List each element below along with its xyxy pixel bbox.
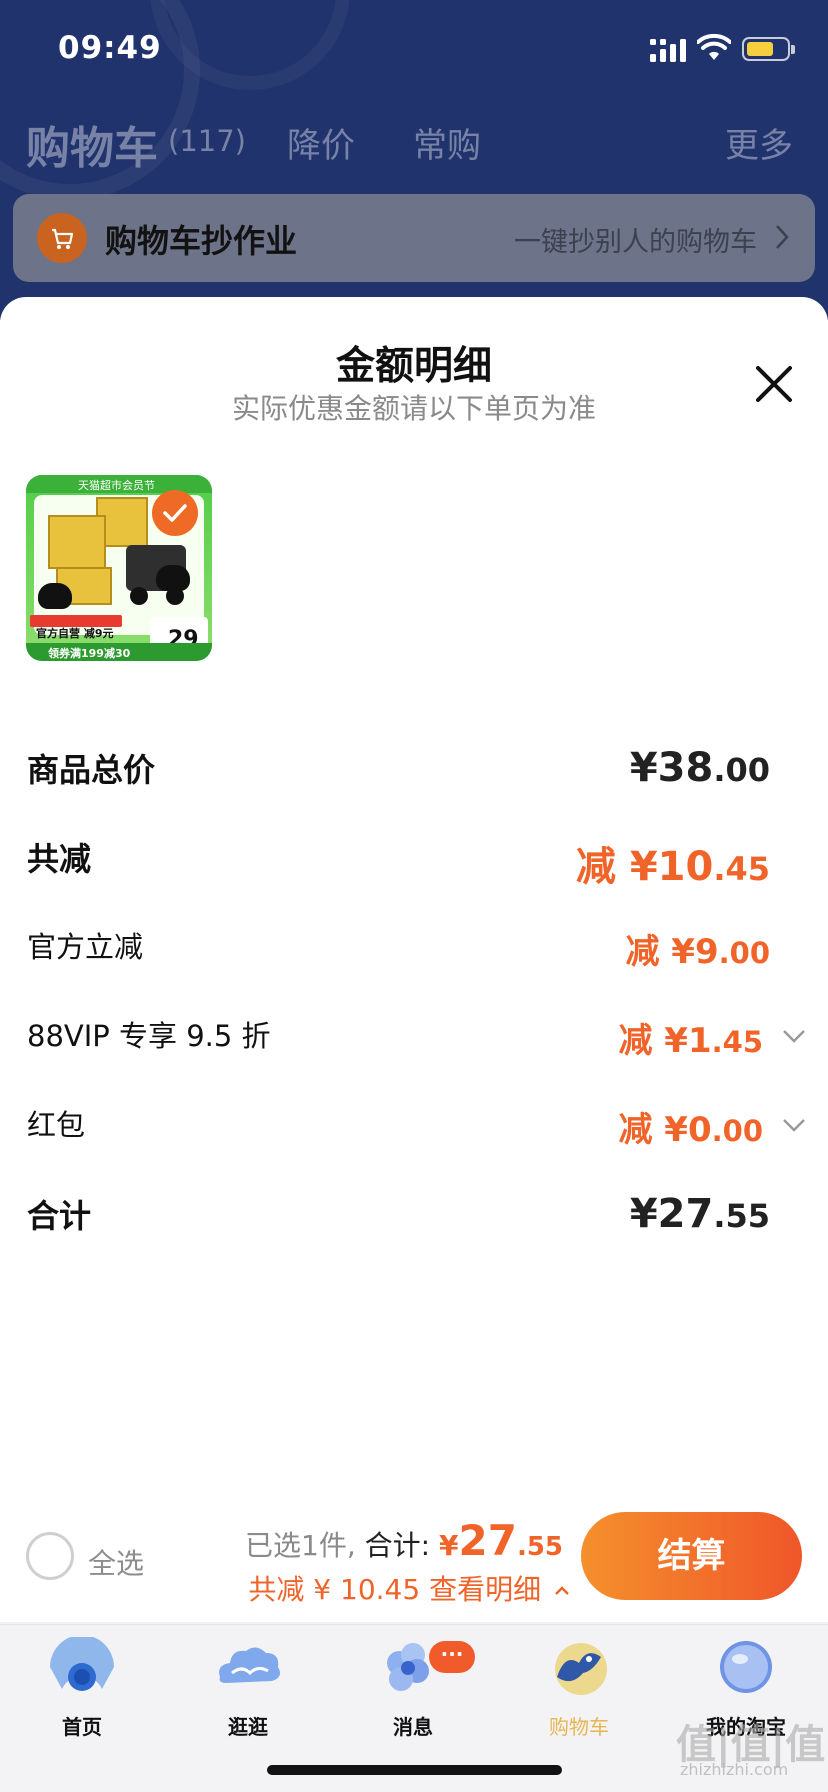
row-red-packet[interactable]: 红包 减 ¥0.00 bbox=[0, 1102, 828, 1152]
cart-tab-icon bbox=[555, 1643, 607, 1695]
row-value: 减 ¥10.45 bbox=[575, 844, 770, 890]
checkout-button[interactable]: 结算 bbox=[581, 1512, 802, 1600]
close-icon[interactable] bbox=[752, 362, 796, 406]
checkout-summary: 已选1件, 合计: ¥27.55 bbox=[245, 1516, 563, 1565]
product-coupon-text: 领券满199减30 bbox=[48, 647, 131, 660]
total-amount: 27 bbox=[458, 1516, 517, 1565]
row-label: 合计 bbox=[27, 1197, 92, 1235]
discount-text: 共减 ¥ 10.45 bbox=[248, 1573, 421, 1606]
nav-browse[interactable]: 逛逛 bbox=[188, 1637, 308, 1739]
discount-summary[interactable]: 共减 ¥ 10.45 查看明细 bbox=[248, 1568, 570, 1608]
row-value: ¥27.55 bbox=[629, 1191, 770, 1237]
chevron-down-icon[interactable] bbox=[782, 1118, 806, 1132]
row-label: 红包 bbox=[27, 1108, 86, 1142]
checkout-bar: 全选 已选1件, 合计: ¥27.55 共减 ¥ 10.45 查看明细 结算 bbox=[0, 1490, 828, 1620]
product-top-text: 天猫超市会员节 bbox=[78, 479, 155, 492]
nav-cart-label: 购物车 bbox=[549, 1715, 609, 1739]
nav-messages[interactable]: ··· 消息 bbox=[353, 1637, 475, 1739]
banner-title: 购物车抄作业 bbox=[105, 222, 298, 260]
sheet-title: 金额明细 bbox=[335, 344, 492, 389]
banner-subtitle: 一键抄别人的购物车 bbox=[514, 227, 757, 258]
watermark-url: zhizhizhi.com bbox=[680, 1760, 789, 1779]
amount-detail-sheet: 金额明细 实际优惠金额请以下单页为准 天猫超市会员节 官方自营 减9元 29 领… bbox=[0, 297, 828, 1622]
nav-home[interactable]: 首页 bbox=[22, 1637, 142, 1739]
messages-badge: ··· bbox=[429, 1641, 475, 1673]
tmall-cat-icon bbox=[156, 565, 190, 591]
row-label: 官方立减 bbox=[27, 930, 144, 964]
chevron-up-icon bbox=[555, 1586, 569, 1595]
copy-homework-banner[interactable]: 购物车抄作业 一键抄别人的购物车 bbox=[13, 194, 815, 282]
row-value: 减 ¥9.00 bbox=[625, 932, 770, 972]
nav-messages-label: 消息 bbox=[393, 1715, 433, 1739]
row-value: 减 ¥1.45 bbox=[618, 1021, 763, 1061]
cellular-signal-icon bbox=[650, 39, 686, 62]
select-all-radio[interactable] bbox=[26, 1532, 74, 1580]
sheet-subtitle: 实际优惠金额请以下单页为准 bbox=[231, 392, 596, 425]
row-goods-total: 商品总价 ¥38.00 bbox=[0, 745, 828, 795]
row-label: 商品总价 bbox=[27, 751, 156, 789]
row-value: ¥38.00 bbox=[629, 745, 770, 791]
more-button[interactable]: 更多 bbox=[725, 118, 793, 167]
tab-price-drop[interactable]: 降价 bbox=[287, 118, 355, 167]
row-value: 减 ¥0.00 bbox=[618, 1110, 763, 1150]
home-icon bbox=[50, 1637, 114, 1691]
tab-frequent[interactable]: 常购 bbox=[413, 118, 481, 167]
nav-cart[interactable]: 购物车 bbox=[519, 1637, 639, 1739]
status-time: 09:49 bbox=[58, 30, 162, 66]
product-promo-text: 官方自营 减9元 bbox=[36, 627, 114, 640]
row-88vip-discount[interactable]: 88VIP 专享 9.5 折 减 ¥1.45 bbox=[0, 1013, 828, 1063]
cart-heart-icon bbox=[37, 213, 87, 263]
product-selected-checkmark[interactable] bbox=[152, 490, 198, 536]
total-label: 合计: bbox=[364, 1529, 431, 1562]
view-details-link[interactable]: 查看明细 bbox=[429, 1573, 541, 1606]
nav-home-label: 首页 bbox=[62, 1715, 102, 1739]
status-bar: 09:49 bbox=[0, 28, 828, 72]
chevron-down-icon[interactable] bbox=[782, 1029, 806, 1043]
row-grand-total: 合计 ¥27.55 bbox=[0, 1191, 828, 1241]
home-indicator[interactable] bbox=[267, 1765, 562, 1775]
total-decimal: .55 bbox=[516, 1532, 563, 1562]
total-currency: ¥ bbox=[439, 1529, 459, 1562]
profile-globe-icon bbox=[720, 1641, 772, 1693]
cart-count: (117) bbox=[168, 124, 246, 158]
row-official-discount: 官方立减 减 ¥9.00 bbox=[0, 924, 828, 974]
row-total-discount: 共减 减 ¥10.45 bbox=[0, 834, 828, 890]
chevron-right-icon bbox=[776, 225, 789, 249]
cloud-icon bbox=[219, 1647, 280, 1683]
row-label: 88VIP 专享 9.5 折 bbox=[27, 1019, 271, 1053]
selected-count: 已选1件, bbox=[245, 1529, 356, 1562]
row-label: 共减 bbox=[27, 840, 92, 878]
tmall-cat-icon bbox=[38, 583, 72, 609]
wifi-icon bbox=[697, 34, 731, 60]
tab-cart[interactable]: 购物车 bbox=[26, 112, 158, 176]
cart-tabs: 购物车 (117) 降价 常购 更多 bbox=[0, 112, 828, 174]
checkmark-icon bbox=[163, 504, 187, 522]
battery-icon bbox=[742, 37, 795, 61]
select-all-label[interactable]: 全选 bbox=[88, 1542, 144, 1582]
nav-browse-label: 逛逛 bbox=[228, 1715, 268, 1739]
cart-header: 09:49 购物车 (117) 降价 常购 更多 购物车抄作业 一键抄别人的购物… bbox=[0, 0, 828, 320]
